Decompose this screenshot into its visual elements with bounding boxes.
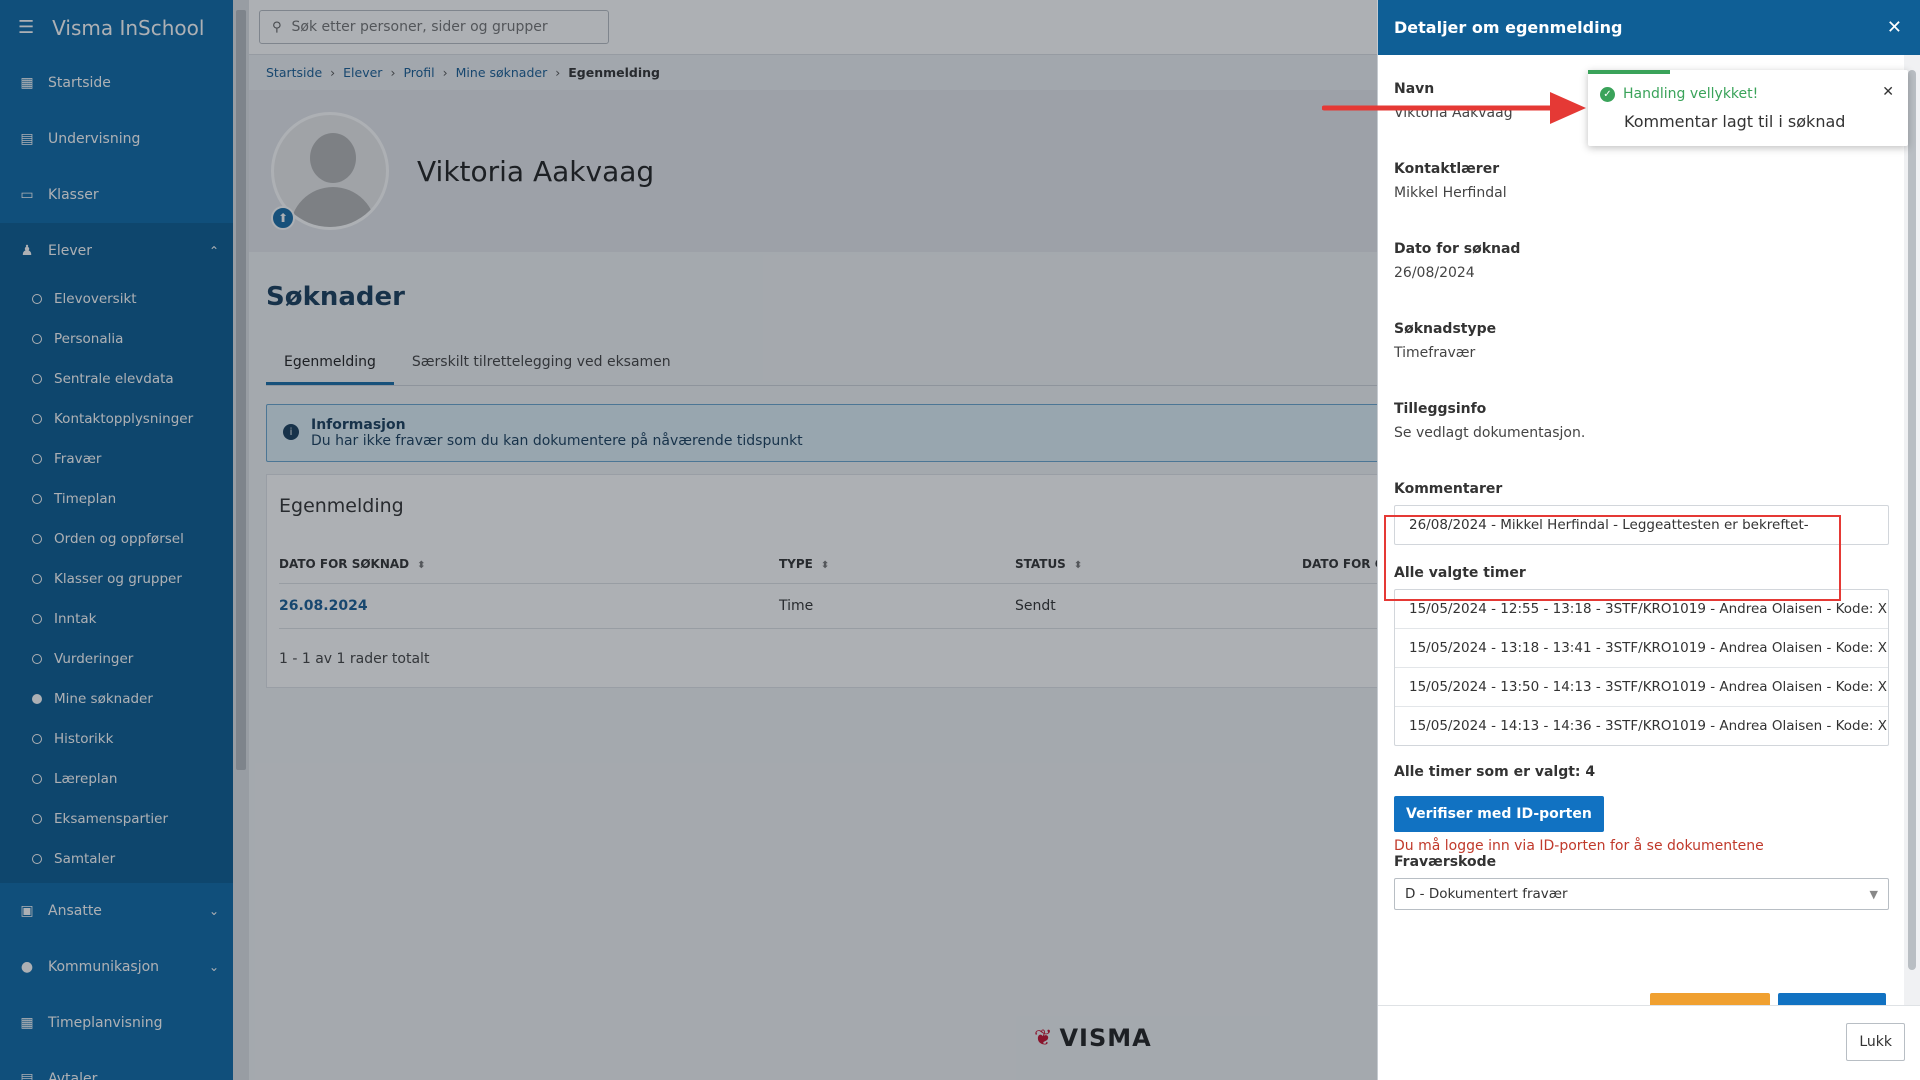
- toast-title: ✓ Handling vellykket!: [1600, 86, 1758, 102]
- close-icon[interactable]: ✕: [1887, 17, 1902, 38]
- check-circle-icon: ✓: [1600, 86, 1615, 102]
- drawer-title: Detaljer om egenmelding: [1394, 18, 1623, 37]
- fravaerskode-label: Fraværskode: [1394, 854, 1497, 870]
- field-tilleggsinfo: Tilleggsinfo Se vedlagt dokumentasjon.: [1394, 401, 1889, 441]
- field-label: Søknadstype: [1394, 321, 1497, 337]
- field-label: Tilleggsinfo: [1394, 401, 1487, 417]
- field-label: Kontaktlærer: [1394, 161, 1500, 177]
- scrollbar-thumb[interactable]: [1908, 70, 1916, 970]
- toast-progress-bar: [1588, 70, 1670, 74]
- field-label: Dato for søknad: [1394, 241, 1521, 257]
- verify-id-porten-button[interactable]: Verifiser med ID-porten: [1394, 796, 1604, 832]
- field-dato: Dato for søknad 26/08/2024: [1394, 241, 1889, 281]
- fravaerskode-select[interactable]: D - Dokumentert fravær ▼: [1394, 878, 1889, 910]
- timer-total: Alle timer som er valgt: 4: [1394, 764, 1596, 780]
- error-message: Du må logge inn via ID-porten for å se d…: [1394, 838, 1764, 854]
- field-value: Timefravær: [1394, 345, 1476, 361]
- modal-backdrop[interactable]: [0, 0, 1377, 1080]
- drawer-scrollbar[interactable]: [1904, 55, 1920, 1005]
- list-item: 15/05/2024 - 13:18 - 13:41 - 3STF/KRO101…: [1395, 629, 1888, 668]
- action-button-orange[interactable]: [1650, 993, 1770, 1005]
- toast-title-text: Handling vellykket!: [1623, 86, 1759, 102]
- list-item: 15/05/2024 - 13:50 - 14:13 - 3STF/KRO101…: [1395, 668, 1888, 707]
- close-icon[interactable]: ✕: [1882, 84, 1894, 100]
- caret-down-icon: ▼: [1869, 887, 1878, 901]
- field-value: Se vedlagt dokumentasjon.: [1394, 425, 1586, 441]
- drawer-footer: Lukk: [1378, 1005, 1920, 1080]
- field-value: Mikkel Herfindal: [1394, 185, 1507, 201]
- close-drawer-button[interactable]: Lukk: [1846, 1023, 1905, 1061]
- field-value: 26/08/2024: [1394, 265, 1475, 281]
- annotation-highlight-box: [1384, 515, 1841, 601]
- drawer-header: Detaljer om egenmelding ✕: [1378, 0, 1920, 55]
- field-soknadstype: Søknadstype Timefravær: [1394, 321, 1889, 361]
- field-label: Kommentarer: [1394, 481, 1503, 497]
- select-value: D - Dokumentert fravær: [1405, 886, 1568, 902]
- list-item: 15/05/2024 - 14:13 - 14:36 - 3STF/KRO101…: [1409, 718, 1888, 734]
- toast-message: Kommentar lagt til i søknad: [1624, 112, 1846, 131]
- timer-list: 15/05/2024 - 12:55 - 13:18 - 3STF/KRO101…: [1394, 589, 1889, 746]
- success-toast: ✓ Handling vellykket! Kommentar lagt til…: [1588, 70, 1908, 146]
- annotation-arrow-icon: [1322, 92, 1586, 124]
- action-button-blue[interactable]: [1778, 993, 1886, 1005]
- field-kontaktlaerer: Kontaktlærer Mikkel Herfindal: [1394, 161, 1889, 201]
